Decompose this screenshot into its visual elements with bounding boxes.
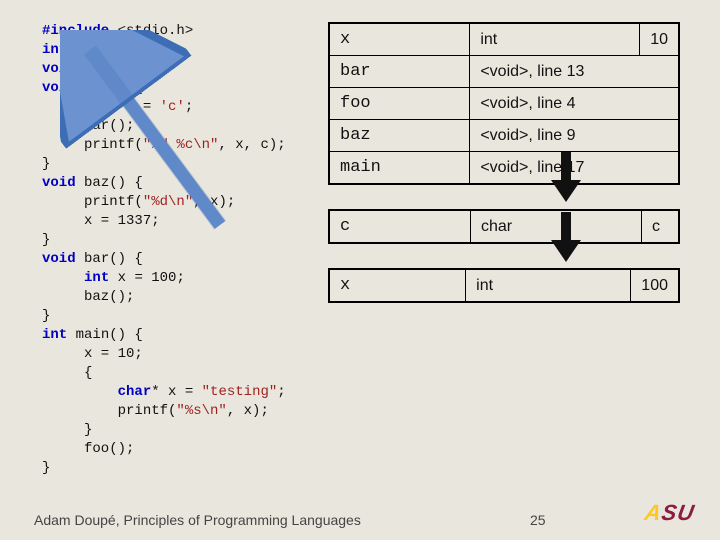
table-row: xint10: [329, 23, 679, 56]
table-foo-scope: ccharc: [328, 209, 680, 244]
slide: { "code": { "l1_a":"#include","l1_b":" <…: [0, 0, 720, 540]
page-number: 25: [530, 512, 546, 528]
table-row: ccharc: [329, 210, 679, 243]
table-bar-scope: xint100: [328, 268, 680, 303]
footer-credit: Adam Doupé, Principles of Programming La…: [34, 512, 361, 528]
table-global: xint10 bar<void>, line 13 foo<void>, lin…: [328, 22, 680, 185]
table-row: main<void>, line 17: [329, 152, 679, 185]
table-row: bar<void>, line 13: [329, 56, 679, 88]
symbol-tables: xint10 bar<void>, line 13 foo<void>, lin…: [328, 22, 698, 327]
asu-logo: ASU: [642, 500, 696, 526]
table-row: foo<void>, line 4: [329, 88, 679, 120]
table-row: xint100: [329, 269, 679, 302]
code-listing: #include <stdio.h> int x; void bar(); vo…: [42, 22, 286, 478]
table-row: baz<void>, line 9: [329, 120, 679, 152]
